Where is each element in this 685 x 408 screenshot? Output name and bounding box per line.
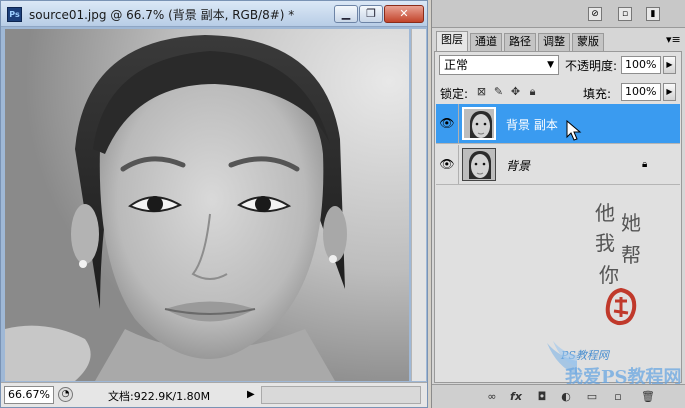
layer-style-fx-icon[interactable]: fx (508, 389, 524, 405)
vertical-scrollbar[interactable] (411, 29, 426, 381)
fill-slider-button[interactable]: ▶ (663, 83, 676, 101)
visibility-divider (458, 104, 459, 143)
document-window: Ps source01.jpg @ 66.7% (背景 副本, RGB/8#) … (0, 0, 428, 408)
chevron-down-icon: ▼ (547, 60, 554, 70)
panel-tabs: 图层 通道 路径 调整 蒙版 ▾≡ (436, 31, 682, 51)
tab-paths[interactable]: 路径 (504, 33, 536, 51)
visibility-divider (458, 145, 459, 184)
watermark-char: 帮 (621, 243, 641, 267)
delete-layer-icon[interactable]: 🗑︎ (640, 389, 656, 405)
layer-row-background-copy[interactable]: 👁︎ 背景 副本 (436, 104, 680, 144)
minimize-icon: ▁ (341, 7, 351, 20)
tab-masks[interactable]: 蒙版 (572, 33, 604, 51)
new-layer-icon[interactable]: ▫ (610, 389, 626, 405)
status-bar: 66.67% ◔ 文档:922.9K/1.80M ▶ (1, 382, 427, 407)
document-title: source01.jpg @ 66.7% (背景 副本, RGB/8#) * (29, 8, 295, 22)
proof-icon[interactable]: ◔ (58, 387, 73, 402)
image-canvas[interactable] (5, 29, 409, 381)
adjustment-layer-icon[interactable]: ◐ (558, 389, 574, 405)
layer-name[interactable]: 背景 副本 (506, 116, 558, 133)
close-button[interactable]: ✕ (384, 5, 424, 23)
photoshop-workspace: Ps source01.jpg @ 66.7% (背景 副本, RGB/8#) … (0, 0, 685, 408)
mouse-cursor-icon (566, 120, 582, 141)
layers-panel-body: 正常 ▼ 不透明度: 100% ▶ 锁定: ⊠ ✎ ✥ 🔒︎ 填充: 100% … (434, 51, 682, 388)
status-menu-arrow-icon[interactable]: ▶ (247, 387, 259, 403)
new-item-icon[interactable]: ▫ (618, 7, 632, 21)
lock-move-icon[interactable]: ✥ (509, 85, 522, 98)
fill-input[interactable]: 100% (621, 83, 661, 101)
close-icon: ✕ (399, 7, 409, 20)
eye-icon[interactable]: 👁︎ (439, 157, 455, 171)
layers-panel-footer: ∞ fx ◘ ◐ ▭ ▫ 🗑︎ (432, 384, 685, 408)
horizontal-scrollbar[interactable] (261, 386, 421, 404)
portrait-photo (5, 29, 409, 381)
opacity-input[interactable]: 100% (621, 56, 661, 74)
layer-thumbnail (462, 148, 496, 181)
eye-icon[interactable]: 👁︎ (439, 116, 455, 130)
panel-menu-icon[interactable]: ▾≡ (666, 33, 681, 46)
lock-transparent-icon[interactable]: ⊠ (475, 85, 488, 98)
add-mask-icon[interactable]: ◘ (534, 389, 550, 405)
link-layers-icon[interactable]: ∞ (484, 389, 500, 405)
document-size-info: 文档:922.9K/1.80M (108, 390, 211, 403)
lock-icon: 🔒︎ (642, 159, 648, 170)
tab-channels[interactable]: 通道 (470, 33, 502, 51)
group-folder-icon[interactable]: ▭ (584, 389, 600, 405)
watermark-char: 你 (599, 263, 619, 287)
panel-top-strip: ⊘ ▫ ▮ (432, 0, 685, 28)
lock-label: 锁定: (440, 87, 469, 101)
layer-row-background[interactable]: 👁︎ 背景 🔒︎ (436, 145, 680, 185)
fill-label: 填充: (583, 87, 612, 101)
maximize-icon: ❐ (366, 7, 376, 20)
opacity-slider-button[interactable]: ▶ (663, 56, 676, 74)
lock-brush-icon[interactable]: ✎ (492, 85, 505, 98)
tab-layers[interactable]: 图层 (436, 31, 468, 51)
photoshop-app-icon: Ps (7, 7, 22, 22)
maximize-button[interactable]: ❐ (359, 5, 383, 23)
watermark: 他 她 我 帮 你 PS教程网 我爱PS教程网 (547, 197, 682, 388)
watermark-char: 我 (595, 231, 615, 255)
minimize-button[interactable]: ▁ (334, 5, 358, 23)
no-entry-icon[interactable]: ⊘ (588, 7, 602, 21)
layers-panel: ⊘ ▫ ▮ 图层 通道 路径 调整 蒙版 ▾≡ 正常 ▼ 不透明度: 100% … (431, 0, 685, 408)
document-titlebar[interactable]: Ps source01.jpg @ 66.7% (背景 副本, RGB/8#) … (1, 1, 427, 27)
trash-icon[interactable]: ▮ (646, 7, 660, 21)
layer-thumbnail (462, 107, 496, 140)
zoom-level-field[interactable]: 66.67% (4, 386, 54, 404)
blend-mode-select[interactable]: 正常 ▼ (439, 55, 559, 75)
red-seal-icon (605, 287, 637, 326)
opacity-label: 不透明度: (565, 59, 618, 73)
watermark-char: 她 (621, 211, 641, 235)
lock-all-icon[interactable]: 🔒︎ (526, 85, 539, 98)
watermark-char: 他 (595, 201, 615, 225)
layer-name[interactable]: 背景 (506, 157, 530, 174)
blend-mode-value: 正常 (444, 58, 469, 72)
tab-adjustments[interactable]: 调整 (538, 33, 570, 51)
